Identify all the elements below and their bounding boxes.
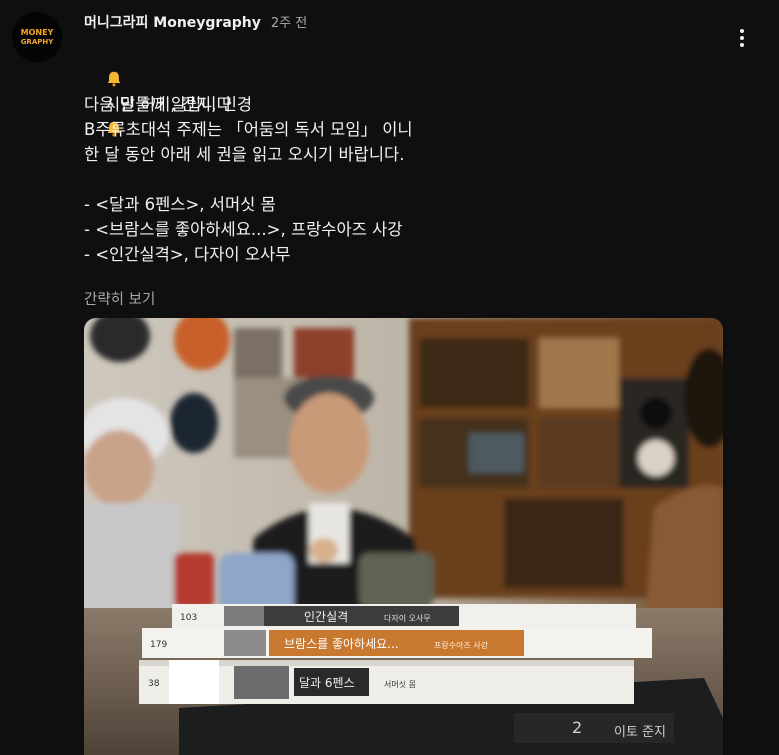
book-list-item: - <달과 6펜스>, 서머싯 몸 [84, 195, 276, 214]
book-spine-title: 이토 준지 [614, 725, 666, 740]
book-list-item: - <브람스를 좋아하세요...>, 프랑수아즈 사강 [84, 220, 403, 239]
book-spine-author: 프랑수아즈 사강 [434, 640, 489, 650]
bell-icon [107, 71, 121, 87]
more-vertical-icon-dot [740, 36, 744, 40]
show-less-link[interactable]: 간략히 보기 [84, 288, 155, 309]
post-header: 머니그라피 Moneygraphy 2주 전 [84, 12, 307, 32]
book-spine-author: 서머싯 몸 [384, 680, 416, 689]
post-text: 시민들께 알립니다 다음 달 허키, 간지, 민경 B주류초대석 주제는 「어둠… [84, 42, 724, 267]
more-options-button[interactable] [728, 24, 756, 52]
book-spine-title: 인간실격 [304, 610, 348, 624]
post-line: 다음 달 허키, 간지, 민경 [84, 95, 253, 114]
post-timestamp[interactable]: 2주 전 [271, 12, 307, 31]
post-headline-line: 시민들께 알립니다 [84, 42, 724, 137]
post-line-blank [84, 167, 724, 192]
bookclub-photo: 103 인간실격 다자이 오사무 179 브람스를 좋아하세요... 프랑수아즈… [84, 318, 723, 755]
svg-text:GRAPHY: GRAPHY [21, 38, 55, 46]
more-vertical-icon [740, 29, 744, 33]
svg-text:MONEY: MONEY [21, 28, 54, 37]
book-spine-title: 브람스를 좋아하세요... [284, 637, 399, 651]
post-line-blank [84, 67, 724, 92]
post-image[interactable]: 103 인간실격 다자이 오사무 179 브람스를 좋아하세요... 프랑수아즈… [84, 318, 723, 755]
post-line: B주류초대석 주제는 「어둠의 독서 모임」 이니 [84, 120, 413, 139]
more-vertical-icon-dot [740, 43, 744, 47]
book-spine-number: 179 [150, 640, 167, 650]
channel-name[interactable]: 머니그라피 Moneygraphy [84, 12, 261, 32]
book-spine-number: 103 [180, 613, 197, 623]
moneygraphy-logo-icon: MONEY GRAPHY [12, 12, 62, 62]
book-spine-number: 2 [572, 718, 582, 737]
book-spine-number: 38 [148, 679, 160, 689]
post-line: 한 달 동안 아래 세 권을 읽고 오시기 바랍니다. [84, 145, 405, 164]
book-spine-author: 다자이 오사무 [384, 613, 431, 623]
book-list-item: - <인간실격>, 다자이 오사무 [84, 245, 291, 264]
channel-avatar[interactable]: MONEY GRAPHY [12, 12, 62, 62]
book-spine-title: 달과 6펜스 [299, 676, 355, 690]
